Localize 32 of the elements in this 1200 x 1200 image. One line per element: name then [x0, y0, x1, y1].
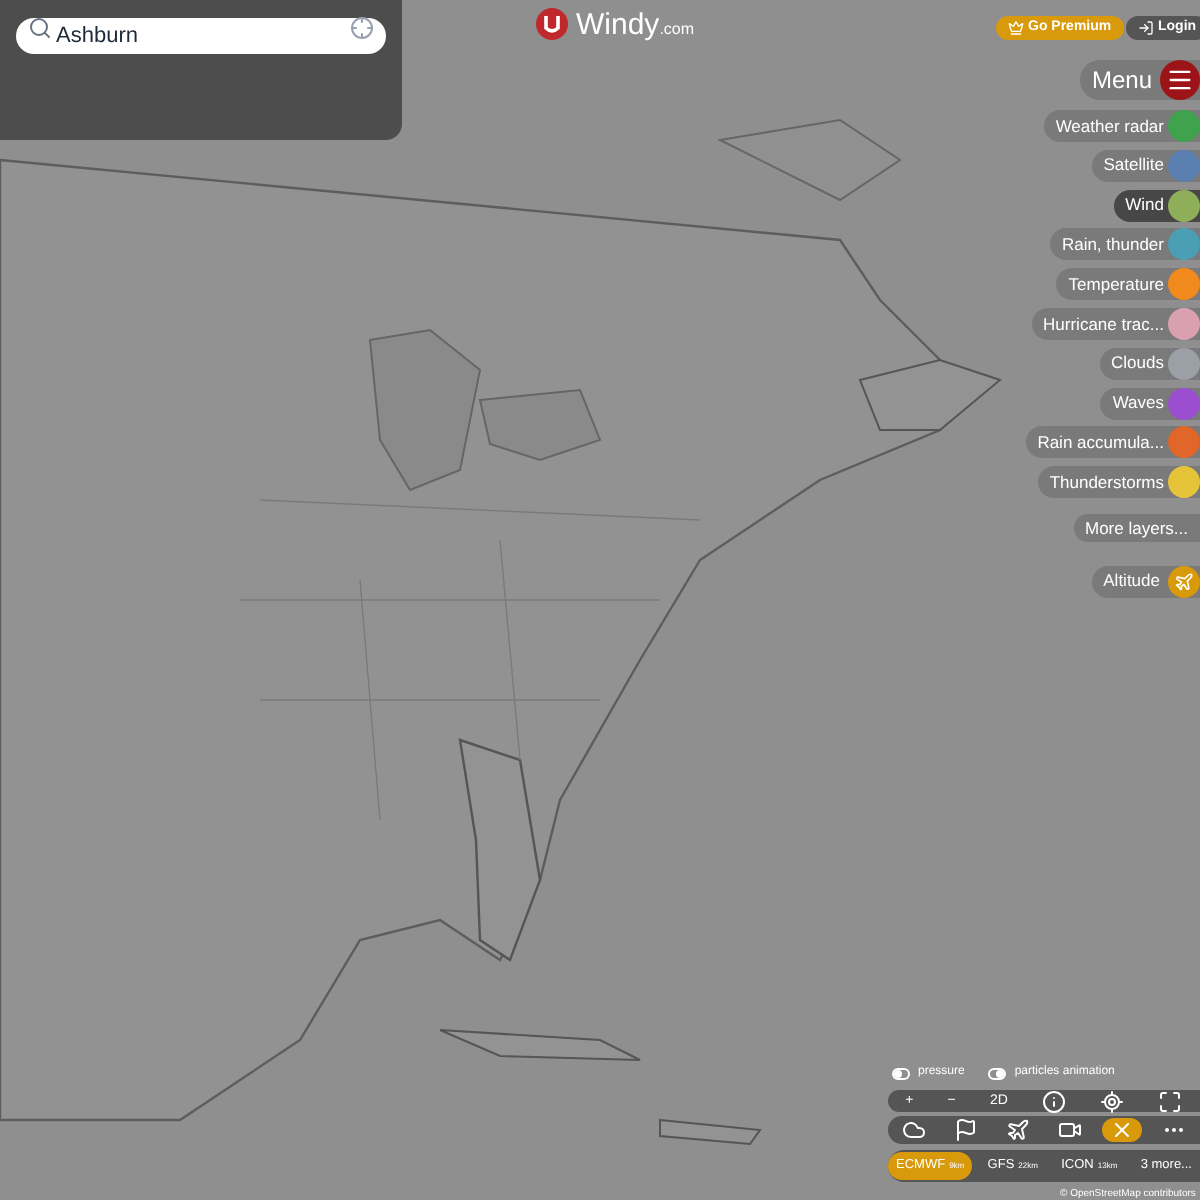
layer-button[interactable]: Waves [1100, 387, 1200, 420]
layer-button[interactable]: Thunderstorms [1037, 466, 1200, 499]
search-field[interactable]: Ashburn [16, 18, 386, 54]
crown-icon [1008, 20, 1024, 36]
info-icon[interactable] [1042, 1089, 1067, 1113]
menu-icon [1160, 60, 1200, 100]
locate-icon[interactable] [350, 16, 374, 40]
layer-button[interactable]: Temperature [1056, 268, 1200, 301]
layer-button[interactable]: Rain accumula... [1025, 426, 1200, 459]
logo-icon [536, 8, 568, 40]
locate-icon[interactable] [1100, 1089, 1125, 1113]
toggle-switch[interactable] [892, 1067, 910, 1079]
cloud-icon [902, 1118, 926, 1142]
layer-button[interactable]: Clouds [1099, 347, 1200, 380]
altitude-button[interactable]: Altitude [1091, 565, 1200, 598]
fullscreen-icon[interactable] [1158, 1089, 1183, 1113]
plane-icon [1006, 1118, 1030, 1142]
logo-text: Windy.com [576, 9, 695, 39]
camera-icon [1058, 1118, 1082, 1142]
login-icon [1138, 20, 1154, 36]
tool-button[interactable] [1102, 1118, 1142, 1142]
more-layers-button[interactable]: More layers... [1073, 513, 1200, 542]
layer-button[interactable]: Weather radar [1043, 110, 1200, 142]
flag-icon [954, 1118, 978, 1142]
menu-button[interactable]: Menu [1079, 60, 1200, 100]
plane-icon [1168, 565, 1200, 598]
layer-button[interactable]: Hurricane trac... [1031, 307, 1200, 340]
layer-button[interactable]: Rain, thunder [1049, 228, 1200, 261]
search-icon [28, 16, 52, 40]
layer-button[interactable]: Satellite [1091, 149, 1200, 182]
close-icon [1110, 1118, 1134, 1142]
toggle-switch[interactable] [988, 1067, 1007, 1079]
